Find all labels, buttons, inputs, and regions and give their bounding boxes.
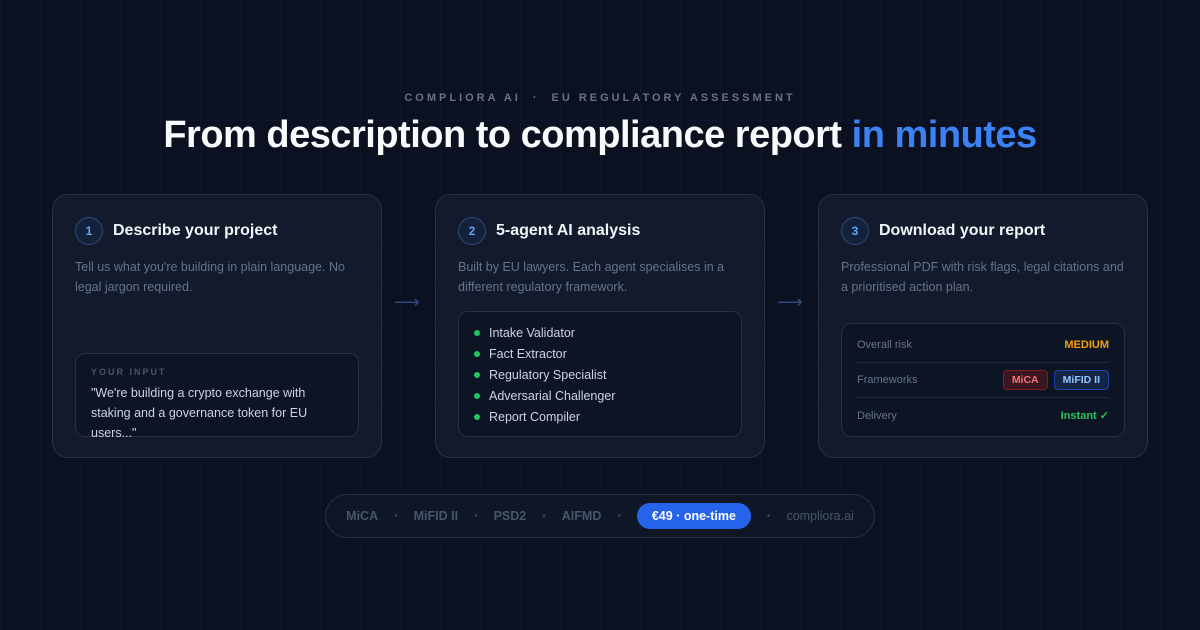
arrow-right-icon: ⟶: [394, 292, 420, 312]
step-title: 5-agent AI analysis: [496, 222, 641, 239]
report-row-frameworks: Frameworks MiCA MiFID II: [857, 363, 1109, 398]
pill-separator: •: [617, 510, 621, 522]
step-description: Tell us what you're building in plain la…: [75, 260, 345, 294]
eyebrow: COMPLIORA AI · EU REGULATORY ASSESSMENT: [0, 92, 1200, 104]
status-dot-icon: [474, 350, 480, 357]
report-row-risk: Overall risk MEDIUM: [857, 328, 1109, 363]
status-dot-icon: [474, 371, 480, 378]
price-badge[interactable]: €49 · one-time: [636, 503, 751, 529]
pill-separator: •: [542, 510, 546, 522]
step-description: Built by EU lawyers. Each agent speciali…: [458, 260, 725, 294]
list-item: Adversarial Challenger: [474, 385, 726, 406]
step-number-badge: 2: [458, 217, 486, 245]
arrow-right-icon: ⟶: [777, 292, 803, 312]
step-number-badge: 3: [841, 217, 869, 245]
step-card-report: 3 Download your report Professional PDF …: [818, 194, 1148, 458]
report-row-delivery: Delivery Instant ✓: [857, 398, 1109, 433]
agent-name: Intake Validator: [489, 325, 575, 340]
framework-tag-mifid: MiFID II: [1053, 370, 1109, 390]
status-dot-icon: [474, 392, 480, 399]
agent-name: Regulatory Specialist: [489, 367, 607, 382]
pill-separator: •: [766, 510, 771, 522]
risk-value: MEDIUM: [1064, 339, 1109, 351]
status-dot-icon: [474, 413, 480, 420]
example-input-box: YOUR INPUT "We're building a crypto exch…: [75, 353, 359, 440]
step-number-badge: 1: [75, 217, 103, 245]
delivery-value: Instant ✓: [1060, 410, 1109, 422]
step-card-analysis: 2 5-agent AI analysis Built by EU lawyer…: [435, 194, 765, 458]
brand-name: COMPLIORA AI: [404, 92, 521, 104]
list-item: Report Compiler: [474, 406, 726, 427]
step-header: 2 5-agent AI analysis: [458, 217, 742, 245]
framework-psd2: PSD2: [493, 509, 527, 523]
input-example-text: "We're building a crypto exchange with s…: [91, 386, 308, 440]
framework-mica: MiCA: [346, 509, 379, 523]
pill-separator: •: [474, 510, 478, 522]
agent-name: Fact Extractor: [489, 346, 567, 361]
page-title: From description to compliance report in…: [0, 114, 1200, 157]
agent-list: Intake Validator Fact Extractor Regulato…: [458, 311, 742, 437]
framework-aifmd: AIFMD: [561, 509, 602, 523]
status-dot-icon: [474, 329, 480, 336]
report-summary: Overall risk MEDIUM Frameworks MiCA MiFI…: [841, 323, 1125, 437]
framework-tags: MiCA MiFID II: [1002, 370, 1109, 390]
framework-tag-mica: MiCA: [1002, 370, 1048, 390]
step-description: Professional PDF with risk flags, legal …: [841, 260, 1124, 294]
step-header: 1 Describe your project: [75, 217, 359, 245]
domain-link[interactable]: compliora.ai: [786, 509, 853, 523]
risk-label: Overall risk: [857, 339, 913, 351]
framework-mifid: MiFID II: [413, 509, 459, 523]
framework-pill-bar: MiCA • MiFID II • PSD2 • AIFMD • €49 · o…: [325, 494, 875, 538]
input-label: YOUR INPUT: [91, 367, 167, 377]
agent-name: Report Compiler: [489, 409, 581, 424]
step-header: 3 Download your report: [841, 217, 1125, 245]
list-item: Regulatory Specialist: [474, 364, 726, 385]
list-item: Intake Validator: [474, 322, 726, 343]
step-title: Download your report: [879, 222, 1046, 239]
frameworks-label: Frameworks: [857, 374, 918, 386]
headline-main: From description to compliance report: [163, 114, 842, 156]
list-item: Fact Extractor: [474, 343, 726, 364]
step-title: Describe your project: [113, 222, 278, 239]
step-card-describe: 1 Describe your project Tell us what you…: [52, 194, 382, 458]
pill-separator: •: [394, 510, 398, 522]
delivery-label: Delivery: [857, 409, 897, 422]
headline-accent: in minutes: [851, 114, 1038, 156]
tagline: EU REGULATORY ASSESSMENT: [551, 92, 796, 104]
eyebrow-separator: ·: [532, 92, 540, 104]
agent-name: Adversarial Challenger: [489, 388, 616, 403]
